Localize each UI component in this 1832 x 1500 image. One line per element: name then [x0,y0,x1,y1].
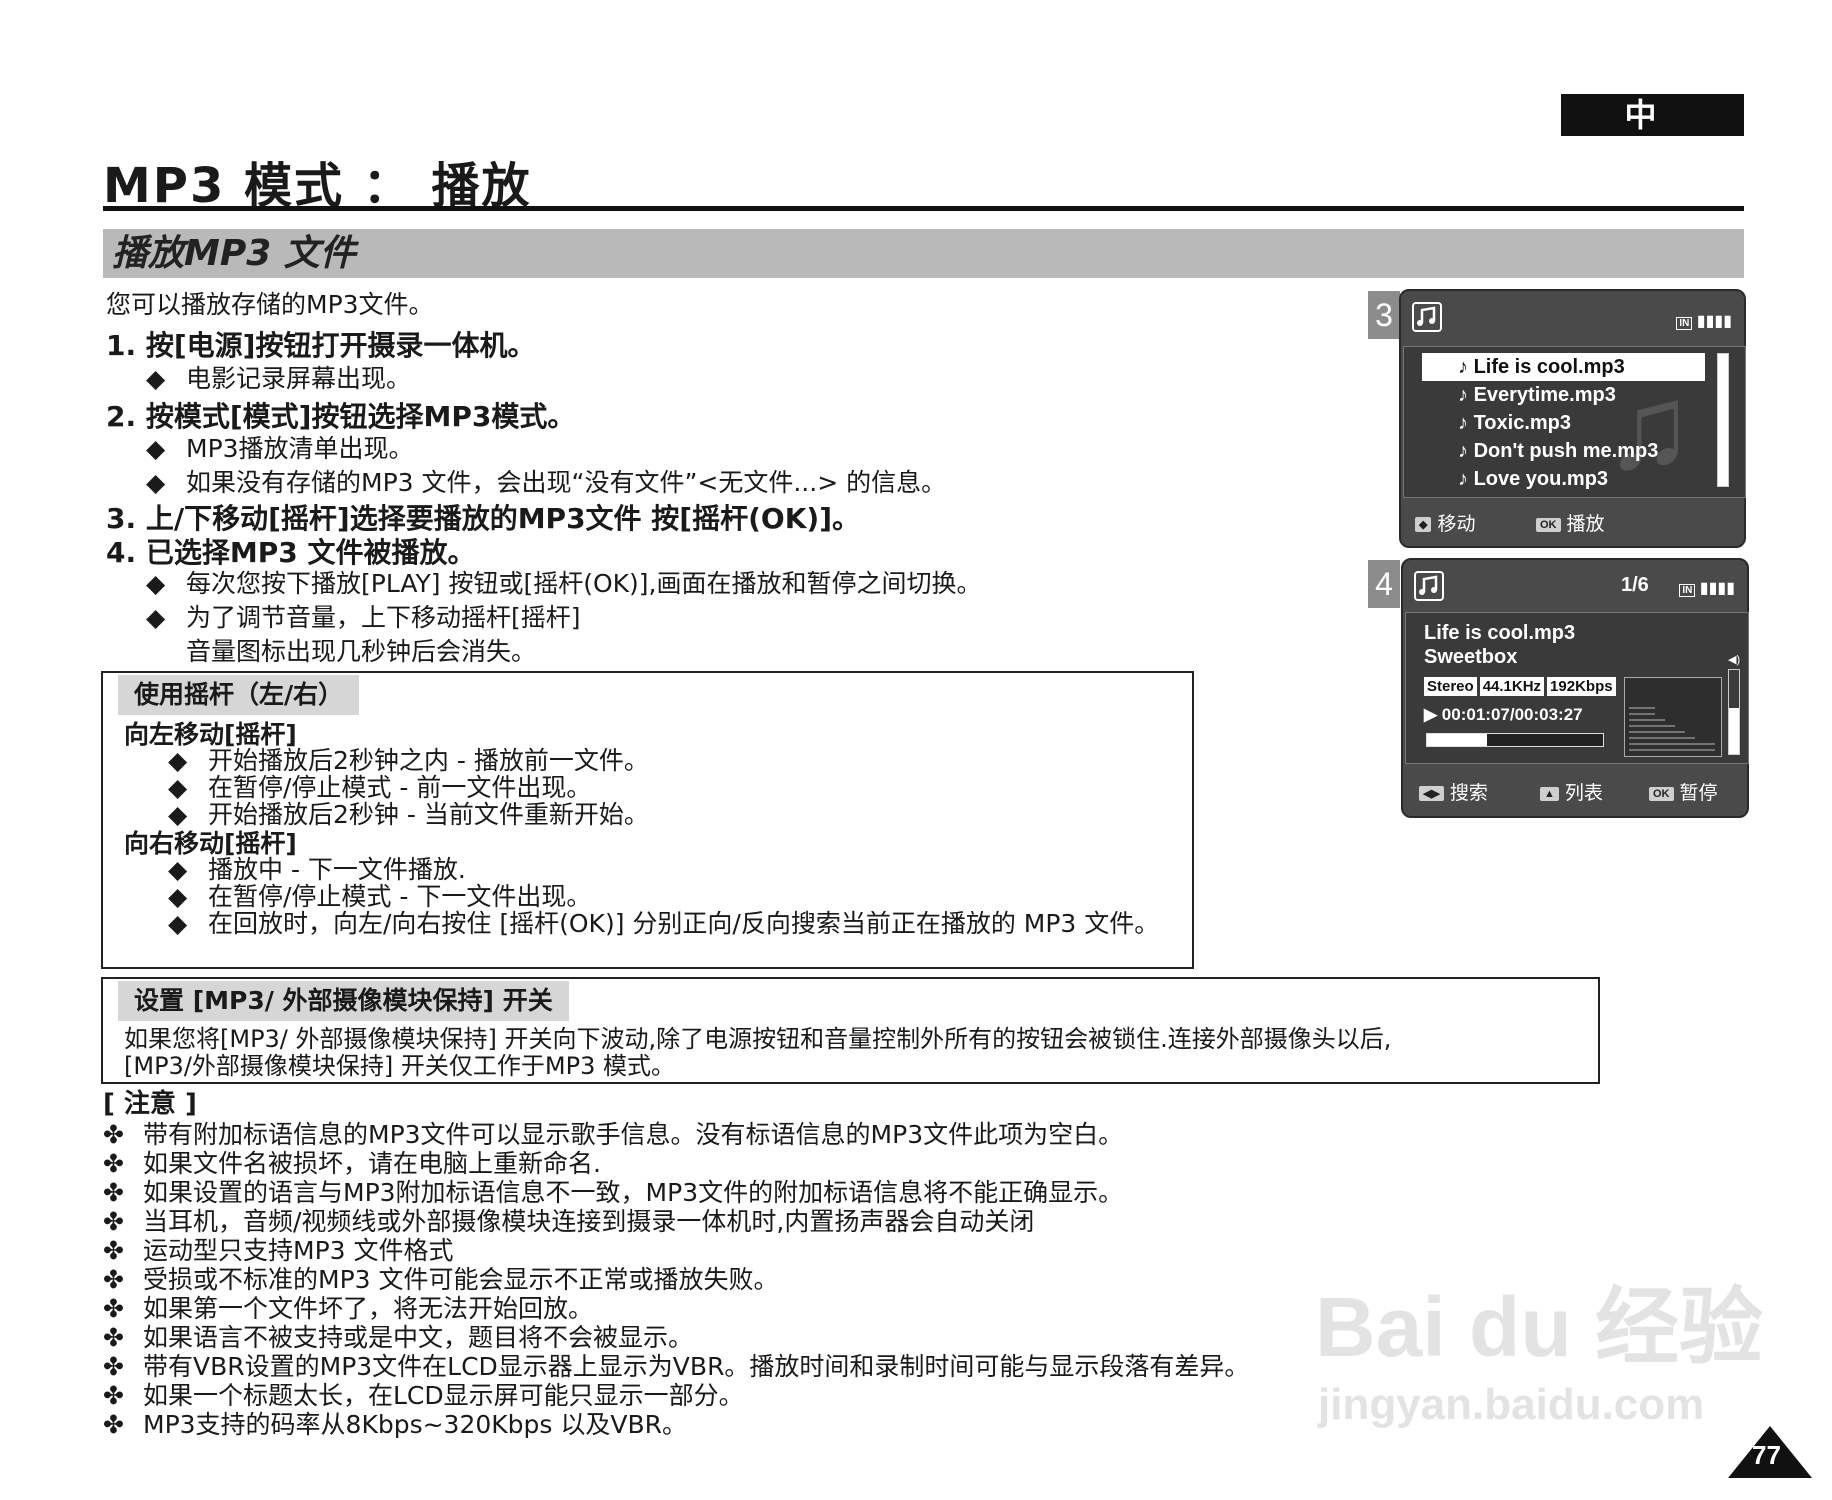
equalizer-display [1624,677,1722,757]
song-item[interactable]: ♪ Everytime.mp3 [1422,381,1705,409]
note-item: ✤ 如果设置的语言与MP3附加标语信息不一致，MP3文件的附加标语信息将不能正确显… [103,1178,1124,1207]
song-list: ♫ ♪ Life is cool.mp3 ♪ Everytime.mp3 ♪ Tox… [1403,346,1746,498]
step-2-bullet: ◆ MP3播放清单出现。 [146,434,414,463]
note-item: ✤ 如果一个标题太长，在LCD显示屏可能只显示一部分。 [103,1381,744,1410]
joystick-left-item: ◆ 开始播放后2秒钟之内 - 播放前一文件。 [168,746,649,775]
note-item: ✤ 受损或不标准的MP3 文件可能会显示不正常或播放失败。 [103,1265,779,1294]
song-item[interactable]: ♪ Life is cool.mp3 [1422,353,1705,381]
screen-3-playlist: IN ▮▮▮▮ ♫ ♪ Life is cool.mp3 ♪ Everytime.… [1399,289,1746,548]
step-2-bullet: ◆ 如果没有存储的MP3 文件，会出现“没有文件”<无文件...> 的信息。 [146,468,947,497]
step-4-bullet: ◆ 每次您按下播放[PLAY] 按钮或[摇杆(OK)],画面在播放和暂停之间切换。 [146,569,982,598]
volume-fill [1729,707,1739,754]
footer-list: ▲ 列表 [1540,778,1603,805]
note-icon: ♪ [1458,468,1474,490]
screen-3-number: 3 [1368,291,1400,339]
joystick-right-item: ◆ 在暂停/停止模式 - 下一文件出现。 [168,882,592,911]
format-tag: 192Kbps [1547,677,1616,696]
footer-pause: OK 暂停 [1649,778,1718,805]
hold-switch-line: 如果您将[MP3/ 外部摄像模块保持] 开关向下波动,除了电源按钮和音量控制外所… [124,1025,1392,1053]
joystick-right-item: ◆ 播放中 - 下一文件播放. [168,855,466,884]
playback-panel: Life is cool.mp3 Sweetbox Stereo 44.1KHz 1… [1405,612,1749,764]
language-badge: 中 文 [1561,94,1744,176]
screen-4-number: 4 [1368,560,1400,608]
note-item: ✤ 如果第一个文件坏了，将无法开始回放。 [103,1294,594,1323]
hold-switch-line: [MP3/外部摄像模块保持] 开关仅工作于MP3 模式。 [124,1052,675,1080]
note-icon: ♪ [1458,412,1474,434]
leftright-key-icon: ◀▶ [1419,786,1444,802]
note-item: ✤ 如果语言不被支持或是中文，题目将不会被显示。 [103,1323,694,1352]
joystick-right-item: ◆ 在回放时，向左/向右按住 [摇杆(OK)] 分别正向/反向搜索当前正在播放的 … [168,909,1160,938]
joystick-box: 使用摇杆（左/右） 向左移动[摇杆] ◆ 开始播放后2秒钟之内 - 播放前一文件。… [101,671,1194,969]
song-item[interactable]: ♪ Love you.mp3 [1422,465,1705,493]
joystick-left-item: ◆ 在暂停/停止模式 - 前一文件出现。 [168,773,592,802]
note-icon: ♪ [1458,356,1474,378]
battery-icon: IN ▮▮▮▮ [1676,311,1732,331]
footer-move: ◆ 移动 [1415,509,1475,536]
screen-4-playback: 1/6 IN ▮▮▮▮ Life is cool.mp3 Sweetbox St… [1401,558,1749,818]
note-item: ✤ 带有VBR设置的MP3文件在LCD显示器上显示为VBR。播放时间和录制时间可能… [103,1352,1250,1381]
watermark-logo: Bai du 经验 [1315,1280,1764,1374]
title-rule [103,206,1744,211]
joystick-box-title: 使用摇杆（左/右） [118,675,360,715]
hold-switch-title: 设置 [MP3/ 外部摄像模块保持] 开关 [118,981,569,1021]
footer-search: ◀▶ 搜索 [1419,778,1488,805]
watermark-url: jingyan.baidu.com [1318,1380,1705,1429]
progress-fill [1427,734,1487,746]
volume-bar[interactable] [1728,669,1740,755]
step-4-continuation: 音量图标出现几秒钟后会消失。 [186,637,537,666]
footer-play: OK 播放 [1536,509,1605,536]
note-item: ✤ 当耳机，音频/视频线或外部摄像模块连接到摄录一体机时,内置扬声器会自动关闭 [103,1207,1035,1236]
step-4-bullet: ◆ 为了调节音量，上下移动摇杆[摇杆] [146,603,581,632]
note-icon: ♪ [1458,384,1474,406]
joystick-left-item: ◆ 开始播放后2秒钟 - 当前文件重新开始。 [168,800,649,829]
track-artist: Sweetbox [1424,646,1518,668]
scrollbar[interactable] [1717,353,1729,487]
step-2: 2. 按模式[模式]按钮选择MP3模式。 [106,400,576,433]
format-tag: 44.1KHz [1479,677,1545,696]
step-3: 3. 上/下移动[摇杆]选择要播放的MP3文件 按[摇杆(OK)]。 [106,502,860,535]
ok-key-icon: OK [1649,786,1674,801]
music-note-icon [1413,570,1445,602]
volume-icon: ◀) [1728,654,1741,666]
battery-icon: IN ▮▮▮▮ [1679,578,1735,598]
note-item: ✤ MP3支持的码率从8Kbps~320Kbps 以及VBR。 [103,1410,688,1439]
progress-bar[interactable] [1426,733,1604,747]
updown-key-icon: ◆ [1415,517,1432,533]
step-1: 1. 按[电源]按钮打开摄录一体机。 [106,329,536,362]
section-title: 播放MP3 文件 [112,233,356,274]
track-counter: 1/6 [1621,574,1649,596]
format-tag: Stereo [1424,677,1477,696]
step-1-bullet: ◆ 电影记录屏幕出现。 [146,364,412,393]
song-item[interactable]: ♪ Don't push me.mp3 [1422,437,1705,465]
format-tags: Stereo 44.1KHz 192Kbps [1424,677,1619,696]
note-item: ✤ 带有附加标语信息的MP3文件可以显示歌手信息。没有标语信息的MP3文件此项为空… [103,1120,1124,1149]
intro-text: 您可以播放存储的MP3文件。 [106,290,434,319]
note-item: ✤ 运动型只支持MP3 文件格式 [103,1236,454,1265]
eject-key-icon: ▲ [1540,786,1559,801]
ok-key-icon: OK [1536,517,1561,532]
music-note-icon [1411,301,1443,333]
song-item[interactable]: ♪ Toxic.mp3 [1422,409,1705,437]
notes-title: [ 注意 ] [103,1089,197,1119]
play-time: ▶ 00:01:07/00:03:27 [1424,705,1583,724]
hold-switch-box: 设置 [MP3/ 外部摄像模块保持] 开关 如果您将[MP3/ 外部摄像模块保持… [101,977,1600,1084]
page-number: 77 [1752,1440,1781,1470]
notes-list: ✤ 带有附加标语信息的MP3文件可以显示歌手信息。没有标语信息的MP3文件此项为空… [103,1120,1249,1439]
note-item: ✤ 如果文件名被损坏，请在电脑上重新命名. [103,1149,601,1178]
note-icon: ♪ [1458,440,1474,462]
